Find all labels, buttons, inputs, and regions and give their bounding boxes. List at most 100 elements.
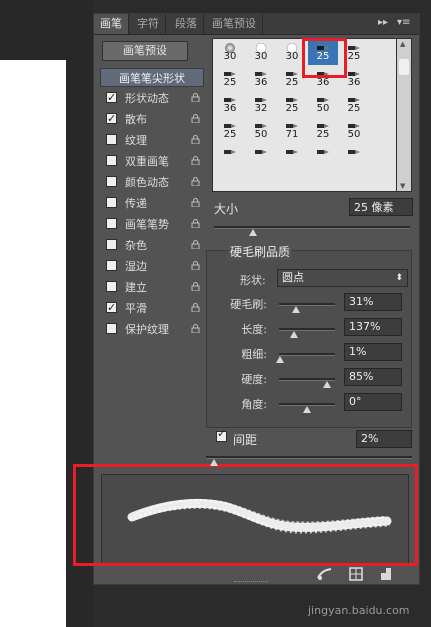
sidebar-item-checkbox[interactable] — [106, 109, 117, 128]
sidebar-item-checkbox[interactable] — [106, 298, 117, 317]
spacing-input[interactable]: 2% — [356, 430, 412, 448]
slider-thumb[interactable] — [276, 356, 284, 363]
param-value-input[interactable]: 1% — [344, 343, 402, 361]
lock-icon[interactable] — [191, 156, 200, 165]
brush-tip[interactable]: 50 — [308, 93, 338, 117]
sidebar-item-checkbox[interactable] — [106, 197, 117, 208]
lock-icon[interactable] — [191, 93, 200, 102]
lock-icon[interactable] — [191, 324, 200, 333]
sidebar-item-checkbox[interactable] — [106, 88, 117, 107]
slider-thumb[interactable] — [290, 331, 298, 338]
tab-character[interactable]: 字符 — [131, 14, 166, 34]
new-brush-icon[interactable] — [378, 566, 394, 582]
brush-tip[interactable]: 25 — [215, 67, 245, 91]
tab-brush-presets[interactable]: 画笔预设 — [206, 14, 263, 34]
sidebar-item-checkbox[interactable] — [106, 134, 117, 145]
brush-toggle-icon[interactable] — [316, 566, 334, 582]
brush-tip[interactable]: 36 — [246, 67, 276, 91]
lock-icon[interactable] — [191, 135, 200, 144]
panel-expand-icon[interactable]: ▸▸ — [378, 17, 388, 28]
brush-tip[interactable]: 30 — [215, 41, 245, 65]
sidebar-item-brush-tip-shape[interactable]: 画笔笔尖形状 — [100, 68, 204, 87]
sidebar-item-checkbox[interactable] — [106, 155, 117, 166]
brush-presets-button[interactable]: 画笔预设 — [102, 41, 188, 61]
brush-tip[interactable] — [277, 145, 307, 169]
size-slider[interactable] — [214, 226, 410, 229]
tab-paragraph[interactable]: 段落 — [169, 14, 204, 34]
shape-select[interactable]: 圆点 ⬍ — [277, 269, 408, 287]
slider-thumb[interactable] — [323, 381, 331, 388]
brush-tip[interactable]: 50 — [246, 119, 276, 143]
param-label: 硬度: — [241, 373, 267, 386]
brush-tip[interactable]: 32 — [246, 93, 276, 117]
sidebar-item-label: 散布 — [125, 113, 147, 126]
lock-icon[interactable] — [191, 282, 200, 291]
brush-tip[interactable]: 36 — [215, 93, 245, 117]
sidebar-item[interactable]: 散布 — [100, 109, 204, 129]
sidebar-item-checkbox[interactable] — [106, 323, 117, 334]
param-slider[interactable] — [279, 303, 335, 306]
grid-view-icon[interactable] — [348, 566, 364, 582]
sidebar-item[interactable]: 湿边 — [100, 257, 204, 276]
lock-icon[interactable] — [191, 177, 200, 186]
lock-icon[interactable] — [191, 261, 200, 270]
brush-tip[interactable]: 71 — [277, 119, 307, 143]
sidebar-item-checkbox[interactable] — [106, 218, 117, 229]
brush-tip[interactable] — [246, 145, 276, 169]
panel-resize-grip[interactable] — [234, 581, 268, 585]
chevron-updown-icon: ⬍ — [395, 273, 403, 283]
scroll-up-icon[interactable]: ▲ — [400, 40, 405, 48]
sidebar-item[interactable]: 保护纹理 — [100, 320, 204, 339]
spacing-slider[interactable] — [206, 456, 412, 459]
brush-tip[interactable]: 25 — [339, 93, 369, 117]
lock-icon[interactable] — [191, 198, 200, 207]
brush-tip[interactable]: 25 — [308, 119, 338, 143]
lock-icon[interactable] — [191, 219, 200, 228]
param-slider[interactable] — [279, 353, 335, 356]
param-value-input[interactable]: 137% — [344, 318, 402, 336]
sidebar-item-checkbox[interactable] — [106, 260, 117, 271]
brush-tip[interactable] — [215, 145, 245, 169]
slider-thumb[interactable] — [303, 406, 311, 413]
brush-tip[interactable]: 25 — [215, 119, 245, 143]
panel-menu-icon[interactable]: ▾≡ — [397, 17, 410, 28]
brush-tip-size: 32 — [254, 103, 268, 114]
sidebar-item-label: 平滑 — [125, 302, 147, 315]
param-value-input[interactable]: 0° — [344, 393, 402, 411]
param-value-input[interactable]: 85% — [344, 368, 402, 386]
sidebar-item[interactable]: 杂色 — [100, 236, 204, 255]
sidebar-item[interactable]: 画笔笔势 — [100, 215, 204, 234]
brush-tip[interactable]: 30 — [246, 41, 276, 65]
sidebar-item[interactable]: 传递 — [100, 194, 204, 213]
spacing-checkbox[interactable] — [216, 427, 227, 442]
tab-brush[interactable]: 画笔 — [94, 14, 129, 34]
sidebar-item[interactable]: 平滑 — [100, 298, 204, 318]
sidebar-item[interactable]: 颜色动态 — [100, 173, 204, 192]
sidebar-item-checkbox[interactable] — [106, 176, 117, 187]
brush-tip[interactable] — [339, 145, 369, 169]
sidebar-item[interactable]: 形状动态 — [100, 88, 204, 108]
lock-icon[interactable] — [191, 114, 200, 123]
size-input[interactable]: 25 像素 — [349, 198, 413, 216]
lock-icon[interactable] — [191, 240, 200, 249]
param-label: 粗细: — [241, 348, 267, 361]
sidebar-item[interactable]: 建立 — [100, 278, 204, 297]
sidebar-item[interactable]: 双重画笔 — [100, 152, 204, 171]
param-slider[interactable] — [279, 328, 335, 331]
slider-thumb[interactable] — [292, 306, 300, 313]
scroll-thumb[interactable] — [399, 59, 409, 75]
sidebar-item-checkbox[interactable] — [106, 239, 117, 250]
brush-tip[interactable]: 50 — [339, 119, 369, 143]
brush-tip[interactable] — [308, 145, 338, 169]
size-slider-thumb[interactable] — [249, 229, 257, 236]
spacing-slider-thumb[interactable] — [210, 459, 218, 466]
brush-tip-size: 50 — [347, 129, 361, 140]
scroll-down-icon[interactable]: ▼ — [400, 182, 405, 190]
brush-tip[interactable]: 25 — [277, 93, 307, 117]
param-value-input[interactable]: 31% — [344, 293, 402, 311]
sidebar-item-checkbox[interactable] — [106, 281, 117, 292]
brush-tip-size: 36 — [316, 77, 330, 88]
sidebar-item[interactable]: 纹理 — [100, 131, 204, 150]
brush-grid-scrollbar[interactable]: ▲ ▼ — [396, 38, 412, 192]
lock-icon[interactable] — [191, 303, 200, 312]
